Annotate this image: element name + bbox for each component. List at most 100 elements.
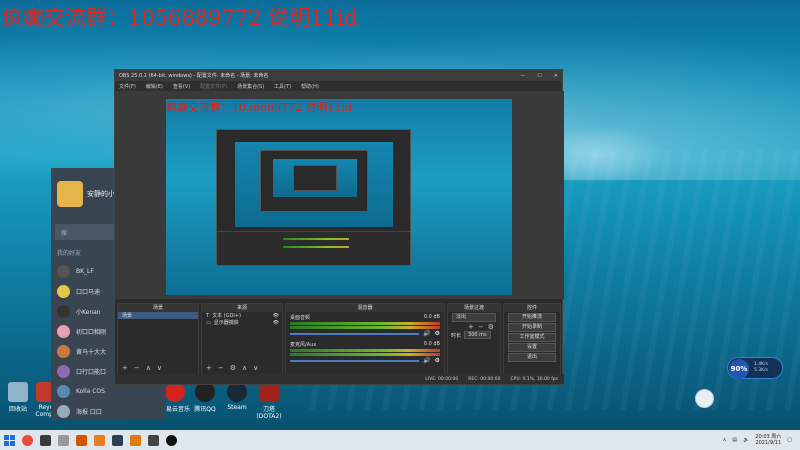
avatar [57, 384, 70, 398]
text-source-icon: T [206, 312, 210, 319]
maximize-button[interactable]: ☐ [537, 73, 541, 79]
nested-obs-capture [216, 129, 411, 266]
volume-slider[interactable] [290, 359, 420, 362]
minimize-button[interactable]: — [520, 73, 525, 79]
move-down-button[interactable]: ∨ [253, 364, 258, 372]
network-icon[interactable]: ▤ [732, 437, 737, 443]
start-recording-button[interactable]: 开始录制 [508, 323, 556, 332]
nested-docks [217, 231, 410, 265]
memory-percent: 90% [729, 359, 749, 379]
transition-select[interactable]: 淡出 [452, 313, 496, 322]
volume-slider[interactable] [290, 332, 420, 335]
mixer-channel-mic: 麦克风/Aux 0.0 dB 🔊 ⚙ [286, 339, 444, 366]
clock[interactable]: 20:03 周六 2021/9/11 [755, 434, 781, 446]
app-icon [57, 434, 69, 446]
settings-button[interactable]: 设置 [508, 343, 556, 352]
menu-scene-collection[interactable]: 场景集合(S) [237, 83, 264, 90]
notification-icon[interactable]: ▢ [787, 437, 792, 443]
source-properties-gear-icon[interactable]: ⚙ [230, 364, 236, 372]
speaker-icon[interactable]: 🔊 [423, 330, 430, 337]
app-icon [93, 434, 105, 446]
list-item[interactable]: 海报 口口 [51, 401, 166, 421]
desktop-icon-dota2[interactable]: 刀塔 (DOTA2) [252, 382, 286, 420]
scenes-dock: 场景 场景 + − ∧ ∨ [117, 303, 199, 375]
taskbar-app[interactable] [126, 430, 144, 450]
system-tray: ∧ ▤ 🔈 20:03 周六 2021/9/11 ▢ [723, 434, 800, 446]
source-item[interactable]: ▭ 显示器捕获 👁 [202, 319, 282, 327]
speaker-icon[interactable]: 🔊 [423, 357, 430, 364]
move-down-button[interactable]: ∨ [157, 364, 162, 372]
menu-help[interactable]: 帮助(H) [301, 83, 319, 90]
eye-icon[interactable]: 👁 [273, 313, 279, 319]
move-up-button[interactable]: ∧ [146, 364, 151, 372]
preview-canvas[interactable]: 疯癫交流群：1056889772 说明11id [166, 99, 512, 295]
app-icon [39, 434, 51, 446]
taskbar-app[interactable] [36, 430, 54, 450]
contact-name: 黄马十大大 [76, 348, 107, 356]
dota2-icon [259, 382, 279, 402]
netease-music-icon [165, 382, 185, 402]
channel-gear-icon[interactable]: ⚙ [435, 330, 440, 337]
remove-transition-button[interactable]: − [478, 323, 484, 331]
taskbar-app-obs[interactable] [162, 430, 180, 450]
duration-input[interactable]: 300 ms [464, 331, 491, 339]
scene-item[interactable]: 场景 [118, 312, 198, 319]
nested-preview [235, 142, 393, 227]
app-icon [147, 434, 159, 446]
add-transition-button[interactable]: + [468, 323, 474, 331]
eye-icon[interactable]: 👁 [273, 320, 279, 326]
preview-watermark: 疯癫交流群：1056889772 说明11id [166, 101, 353, 114]
start-button[interactable] [0, 430, 18, 450]
menu-edit[interactable]: 编辑(E) [146, 83, 163, 90]
app-icon [129, 434, 141, 446]
scenes-title: 场景 [118, 304, 198, 312]
channel-db: 0.0 dB [423, 341, 440, 347]
taskbar-app[interactable] [54, 430, 72, 450]
taskbar-app[interactable] [72, 430, 90, 450]
network-speed-widget[interactable]: 90% 1.4K/s 5.3K/s [727, 357, 783, 379]
volume-icon[interactable]: 🔈 [743, 437, 749, 443]
desktop-icon-steam[interactable]: Steam [220, 382, 254, 411]
contact-name: Kolla COS [76, 387, 105, 395]
transition-gear-icon[interactable]: ⚙ [488, 323, 494, 331]
taskbar-app[interactable] [144, 430, 162, 450]
avatar [57, 264, 70, 278]
add-scene-button[interactable]: + [122, 364, 128, 372]
avatar[interactable] [57, 181, 83, 207]
live-timer: LIVE: 00:00:00 [425, 376, 459, 382]
remove-source-button[interactable]: − [218, 364, 224, 372]
clock-date: 2021/9/11 [755, 440, 782, 446]
obs-titlebar[interactable]: OBS 25.0.1 (64-bit, windows) - 配置文件: 未命名… [115, 70, 562, 81]
duration-row: 时长 300 ms [448, 331, 500, 339]
taskbar-app[interactable] [108, 430, 126, 450]
start-streaming-button[interactable]: 开始推流 [508, 313, 556, 322]
obs-docks: 场景 场景 + − ∧ ∨ 来源 T 文本 (GDI+) 👁 ▭ 显示器捕获 👁 [115, 303, 564, 375]
move-up-button[interactable]: ∧ [242, 364, 247, 372]
rates: 1.4K/s 5.3K/s [754, 362, 768, 374]
avatar [57, 324, 70, 338]
menu-profile[interactable]: 配置文件(P) [200, 83, 227, 90]
steam-icon [227, 382, 247, 402]
tray-chevron-icon[interactable]: ∧ [723, 437, 727, 443]
exit-button[interactable]: 退出 [508, 353, 556, 362]
close-button[interactable]: ✕ [554, 73, 558, 79]
source-item[interactable]: T 文本 (GDI+) 👁 [202, 312, 282, 320]
taskbar-app-chrome[interactable] [18, 430, 36, 450]
menu-tools[interactable]: 工具(T) [274, 83, 291, 90]
menu-file[interactable]: 文件(F) [119, 83, 136, 90]
window-title: OBS 25.0.1 (64-bit, windows) - 配置文件: 未命名… [119, 73, 269, 79]
obs-menubar: 文件(F) 编辑(E) 查看(V) 配置文件(P) 场景集合(S) 工具(T) … [115, 81, 562, 91]
sources-title: 来源 [202, 304, 282, 312]
add-source-button[interactable]: + [206, 364, 212, 372]
menu-view[interactable]: 查看(V) [173, 83, 190, 90]
remove-scene-button[interactable]: − [134, 364, 140, 372]
desktop-icon-qq[interactable]: 腾讯QQ [188, 382, 222, 413]
taskbar-app[interactable] [90, 430, 108, 450]
audio-meter [290, 353, 440, 356]
monitor-source-icon: ▭ [206, 319, 211, 326]
avatar [57, 344, 70, 358]
audio-meter [290, 326, 440, 329]
floating-ball-icon[interactable] [695, 389, 714, 408]
studio-mode-button[interactable]: 工作室模式 [508, 333, 556, 342]
channel-gear-icon[interactable]: ⚙ [435, 357, 440, 364]
